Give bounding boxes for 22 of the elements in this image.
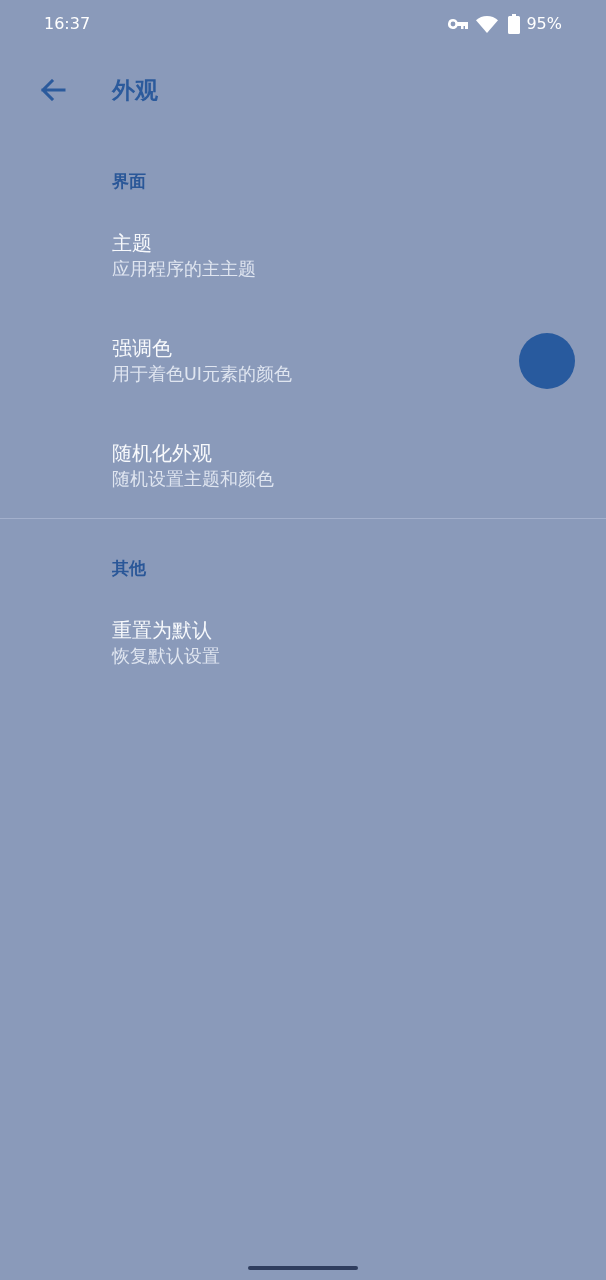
battery-percentage: 95% <box>526 14 562 34</box>
item-title: 主题 <box>112 230 152 256</box>
settings-item[interactable]: 随机化外观 随机设置主题和颜色 <box>0 415 606 518</box>
item-title: 随机化外观 <box>112 440 212 466</box>
section-header: 界面 <box>111 170 147 193</box>
status-time: 16:37 <box>44 14 91 34</box>
gesture-bar[interactable] <box>248 1266 358 1270</box>
section-header: 其他 <box>111 557 147 580</box>
settings-item[interactable]: 强调色 用于着色UI元素的颜色 <box>0 308 606 415</box>
item-summary: 恢复默认设置 <box>112 645 220 668</box>
key-icon <box>448 19 469 29</box>
item-summary: 随机设置主题和颜色 <box>112 468 274 491</box>
battery-icon <box>508 14 521 34</box>
page-title: 外观 <box>112 76 158 105</box>
item-title: 重置为默认 <box>112 617 212 643</box>
settings-item[interactable]: 主题 应用程序的主主题 <box>0 205 606 308</box>
item-summary: 用于着色UI元素的颜色 <box>112 363 292 386</box>
wifi-icon <box>476 15 499 33</box>
item-title: 强调色 <box>112 335 172 361</box>
settings-item[interactable]: 重置为默认 恢复默认设置 <box>0 592 606 695</box>
arrow-left-icon <box>40 79 66 101</box>
item-summary: 应用程序的主主题 <box>112 258 256 281</box>
